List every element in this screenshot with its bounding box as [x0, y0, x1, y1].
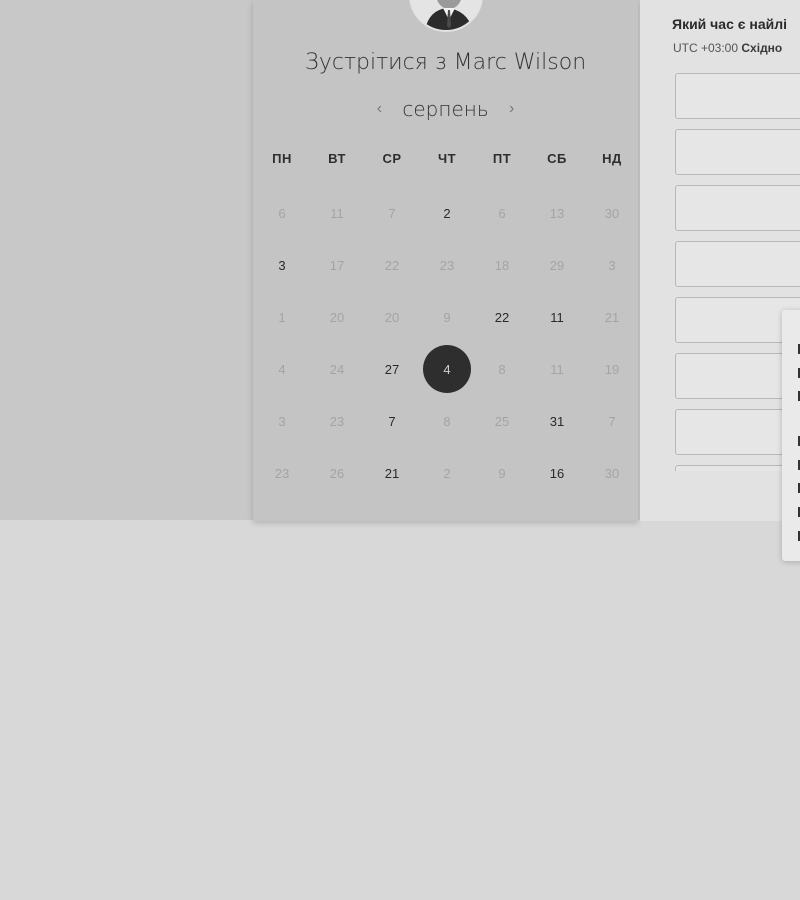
- calendar-day: 4: [278, 361, 286, 377]
- weekday-fri: ПТ: [492, 151, 512, 166]
- calendar-day: 11: [550, 361, 564, 377]
- timezone-name: Східно: [741, 41, 783, 55]
- calendar-day: 30: [604, 205, 620, 221]
- calendar-day[interactable]: 7: [368, 397, 416, 445]
- timezone-label[interactable]: UTC +03:00 Східно: [673, 41, 782, 55]
- calendar-day: 6: [278, 205, 286, 221]
- calendar-day: 3: [608, 257, 616, 273]
- calendar-day: 3: [278, 413, 286, 429]
- weekday-tue: ВТ: [328, 151, 346, 166]
- chevron-right-icon[interactable]: ›: [501, 98, 523, 120]
- calendar-day-selected[interactable]: 4: [423, 345, 471, 393]
- calendar-day: 8: [498, 361, 506, 377]
- calendar-day: 23: [439, 257, 455, 273]
- weekday-header: ПН ВТ СР ЧТ ПТ СБ НД: [255, 151, 640, 171]
- calendar-day: 9: [443, 309, 451, 325]
- calendar-day: 22: [384, 257, 400, 273]
- calendar-day[interactable]: 3: [258, 241, 306, 289]
- calendar-day[interactable]: 21: [368, 449, 416, 497]
- meeting-title: Зустрітися з Marc Wilson: [253, 50, 638, 75]
- calendar-day: 8: [443, 413, 451, 429]
- calendar-day[interactable]: 2: [423, 189, 471, 237]
- calendar-day: 25: [494, 413, 510, 429]
- calendar-day: 9: [498, 465, 506, 481]
- weekday-wed: СР: [382, 151, 402, 166]
- calendar-day: 13: [549, 205, 565, 221]
- calendar-day: 2: [443, 465, 451, 481]
- calendar-day: 18: [494, 257, 510, 273]
- host-name: Marc Wilson: [453, 50, 587, 75]
- calendar-day: 23: [274, 465, 290, 481]
- calendar-day: 30: [604, 465, 620, 481]
- calendar-day: 7: [608, 413, 616, 429]
- calendar-day: 20: [384, 309, 400, 325]
- calendar-day: 21: [604, 309, 620, 325]
- weekday-mon: ПН: [272, 151, 292, 166]
- time-slot-button[interactable]: [675, 241, 800, 287]
- month-navigation: ‹ серпень ›: [253, 95, 638, 123]
- weekday-sun: НД: [602, 151, 622, 166]
- calendar-day[interactable]: 22: [478, 293, 526, 341]
- calendar-day: 20: [329, 309, 345, 325]
- meeting-title-prefix: Зустрітися з: [304, 50, 447, 75]
- calendar-day[interactable]: 27: [368, 345, 416, 393]
- month-label: серпень: [402, 97, 489, 121]
- time-selection-panel: Який час є найлі UTC +03:00 Східно: [640, 0, 800, 521]
- time-question: Який час є найлі: [672, 16, 788, 32]
- time-slot-button[interactable]: [675, 129, 800, 175]
- weekday-sat: СБ: [547, 151, 567, 166]
- time-slot-button[interactable]: [675, 73, 800, 119]
- calendar-day: 11: [330, 205, 344, 221]
- calendar-grid: 6 11 7 2 6 13 30 3 17 22 23 18 29 3 1 20 20 9 22 11 21 4 24 27 4…: [255, 186, 640, 506]
- calendar-day: 24: [329, 361, 345, 377]
- calendar-day: 29: [549, 257, 565, 273]
- calendar-day: 17: [329, 257, 345, 273]
- calendar-day[interactable]: 31: [533, 397, 581, 445]
- chevron-left-icon[interactable]: ‹: [368, 98, 390, 120]
- calendar-day: 19: [604, 361, 620, 377]
- time-slot-button[interactable]: [675, 185, 800, 231]
- calendar-day: 26: [329, 465, 345, 481]
- calendar-day: 23: [329, 413, 345, 429]
- calendar-day: 6: [498, 205, 506, 221]
- calendar-day: 1: [278, 309, 286, 325]
- tooltip-popover: [782, 310, 800, 561]
- timezone-offset: UTC +03:00: [673, 41, 739, 55]
- weekday-thu: ЧТ: [437, 151, 457, 166]
- calendar-day[interactable]: 11: [533, 293, 581, 341]
- calendar-day[interactable]: 16: [533, 449, 581, 497]
- calendar-day: 7: [388, 205, 396, 221]
